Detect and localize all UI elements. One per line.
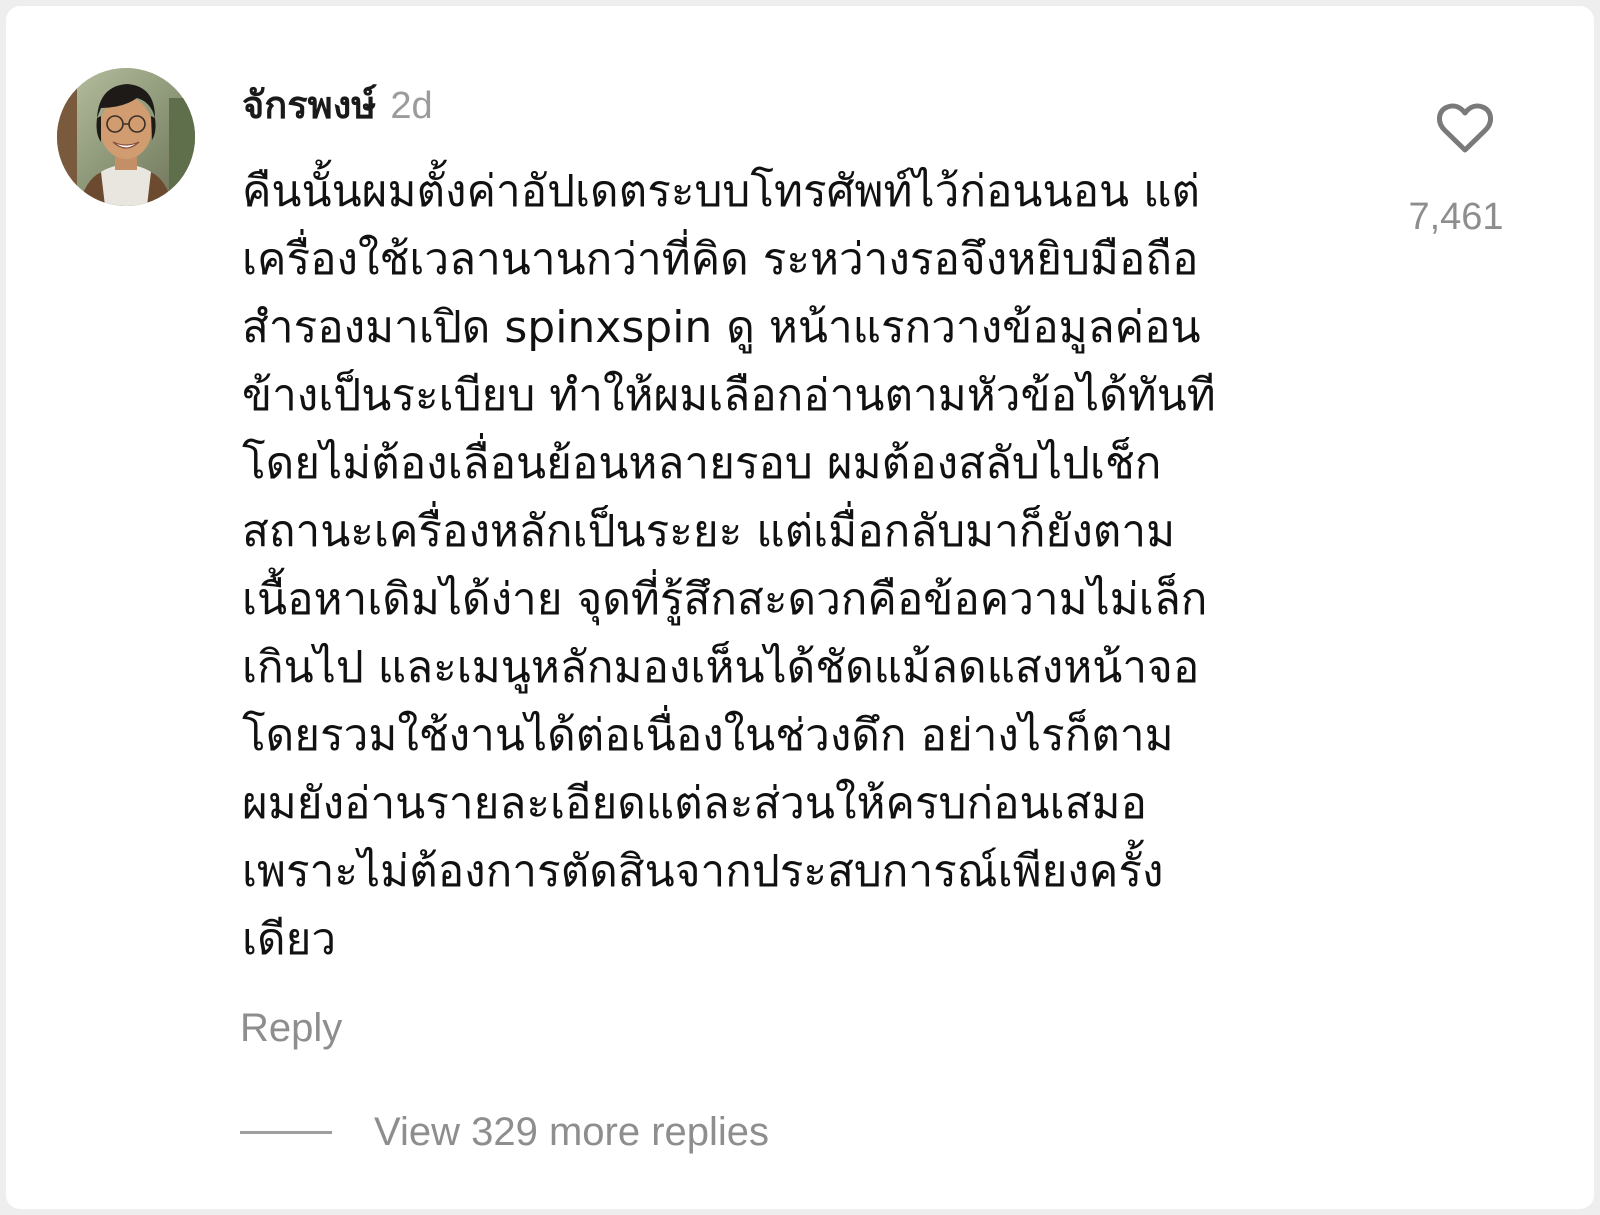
comment-line: ผมยังอ่านรายละเอียดแต่ละส่วนให้ครบก่อนเส… bbox=[242, 778, 1147, 829]
timestamp: 2d bbox=[390, 85, 433, 127]
heart-icon[interactable] bbox=[1436, 102, 1494, 154]
comment-header: จักรพงษ์ 2d bbox=[242, 74, 433, 135]
comment-text: คืนนั้นผมตั้งค่าอัปเดตระบบโทรศัพท์ไว้ก่อ… bbox=[242, 158, 1402, 974]
avatar[interactable] bbox=[57, 68, 195, 206]
comment-line: สำรองมาเปิด spinxspin ดู หน้าแรกวางข้อมู… bbox=[242, 302, 1201, 353]
comment-line: สถานะเครื่องหลักเป็นระยะ แต่เมื่อกลับมาก… bbox=[242, 506, 1176, 557]
divider bbox=[240, 1131, 332, 1134]
view-replies-label: View 329 more replies bbox=[374, 1110, 770, 1154]
comment-line: เพราะไม่ต้องการตัดสินจากประสบการณ์เพียงค… bbox=[242, 846, 1164, 897]
comment-line: โดยไม่ต้องเลื่อนย้อนหลายรอบ ผมต้องสลับไป… bbox=[242, 438, 1162, 489]
avatar-image bbox=[57, 68, 195, 206]
comment-line: เกินไป และเมนูหลักมองเห็นได้ชัดแม้ลดแสงห… bbox=[242, 642, 1200, 693]
comment-line: ข้างเป็นระเบียบ ทำให้ผมเลือกอ่านตามหัวข้… bbox=[242, 370, 1216, 421]
comment-line: เครื่องใช้เวลานานกว่าที่คิด ระหว่างรอจึง… bbox=[242, 234, 1199, 285]
view-replies-button[interactable]: View 329 more replies bbox=[240, 1110, 769, 1155]
comment-line: เดียว bbox=[242, 914, 337, 965]
comment-card: จักรพงษ์ 2d คืนนั้นผมตั้งค่าอัปเดตระบบโทร… bbox=[6, 6, 1594, 1209]
reply-button[interactable]: Reply bbox=[240, 1006, 342, 1051]
like-count: 7,461 bbox=[1408, 196, 1504, 238]
comment-line: เนื้อหาเดิมได้ง่าย จุดที่รู้สึกสะดวกคือข… bbox=[242, 574, 1208, 625]
comment-line: โดยรวมใช้งานได้ต่อเนื่องในช่วงดึก อย่างไ… bbox=[242, 710, 1174, 761]
comment-line: คืนนั้นผมตั้งค่าอัปเดตระบบโทรศัพท์ไว้ก่อ… bbox=[242, 166, 1201, 217]
username[interactable]: จักรพงษ์ bbox=[242, 85, 376, 127]
